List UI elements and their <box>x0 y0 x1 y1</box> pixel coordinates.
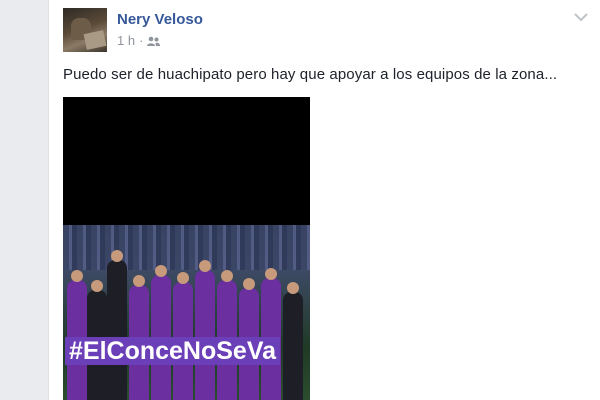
avatar-photo-shape <box>83 30 107 50</box>
post-timestamp[interactable]: 1 h <box>117 33 135 48</box>
post-card: Nery Veloso 1 h · Puedo ser de huachipat… <box>48 0 600 400</box>
post-photo[interactable]: #ElConceNoSeVa <box>63 97 310 400</box>
player-figure <box>107 250 127 400</box>
chevron-down-icon[interactable] <box>573 10 589 24</box>
left-gutter <box>0 0 48 400</box>
author-avatar[interactable] <box>63 8 107 52</box>
stadium-scene <box>63 225 310 400</box>
meta-separator: · <box>139 33 144 48</box>
stadium-stands <box>63 225 310 270</box>
post-body-text: Puedo ser de huachipato pero hay que apo… <box>63 66 558 83</box>
photo-hashtag-overlay: #ElConceNoSeVa <box>65 337 281 365</box>
friends-icon[interactable] <box>147 35 161 46</box>
player-figure <box>195 260 215 400</box>
post-meta: 1 h · <box>117 33 161 48</box>
player-figure <box>283 282 303 400</box>
author-name-link[interactable]: Nery Veloso <box>117 11 203 28</box>
